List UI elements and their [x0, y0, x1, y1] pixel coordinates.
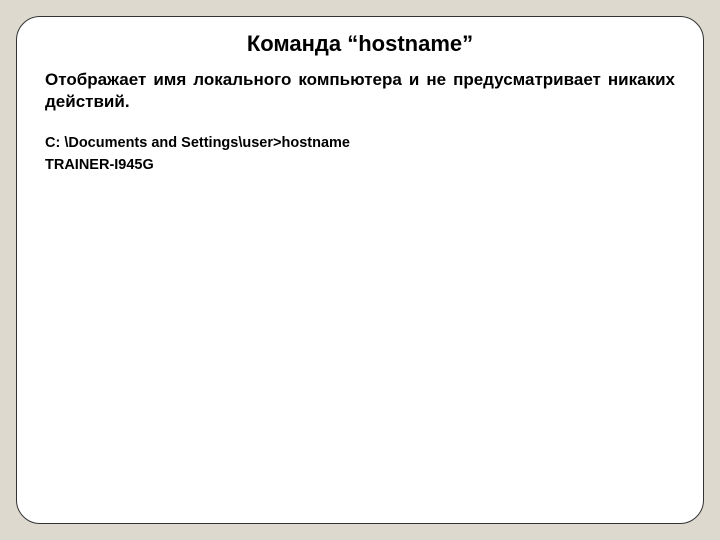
slide-card: Команда “hostname” Отображает имя локаль…: [16, 16, 704, 524]
slide-title: Команда “hostname”: [45, 31, 675, 57]
command-prompt-line: C: \Documents and Settings\user>hostname: [45, 133, 675, 155]
command-output-line: TRAINER-I945G: [45, 155, 675, 177]
slide-description: Отображает имя локального компьютера и н…: [45, 69, 675, 113]
